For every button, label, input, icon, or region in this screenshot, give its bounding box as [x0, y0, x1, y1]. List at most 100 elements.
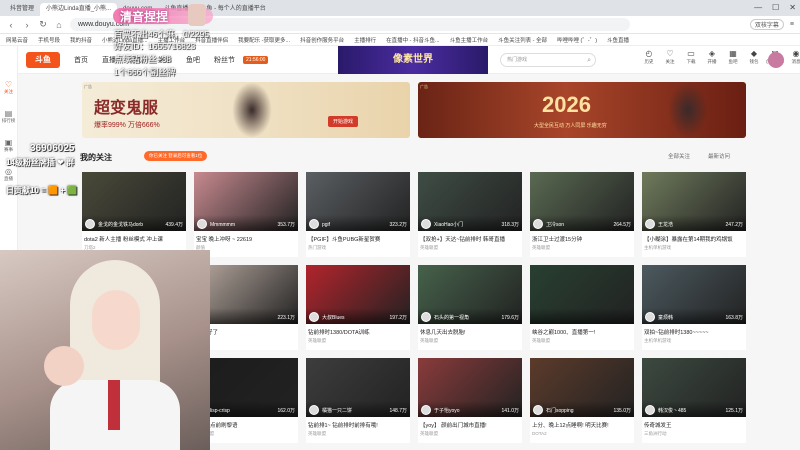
stream-card[interactable]: Mmmmmm 353.7万 宝宝 晚上冲呀 ~ 22619 颜值 [194, 172, 298, 257]
streamer-avatar[interactable] [85, 405, 95, 415]
stream-category[interactable]: 刀塔2 [82, 243, 186, 251]
stream-category[interactable]: 热门游戏 [82, 429, 186, 437]
stream-card[interactable] [82, 265, 186, 350]
streamer-avatar[interactable] [309, 312, 319, 322]
bookmark-item[interactable]: 在直播中 - 抖音斗鱼... [386, 36, 439, 44]
browser-tab[interactable]: douyu.com [117, 3, 158, 16]
maximize-button[interactable]: ☐ [772, 3, 779, 12]
stream-category[interactable]: 英雄联盟 [530, 336, 634, 344]
stream-title[interactable]: 浙江卫士过渡15分钟 [530, 231, 634, 243]
stream-title[interactable]: dota2 新人主播 粉丝模式 冲上课 [82, 231, 186, 243]
stream-thumbnail[interactable]: 石门sopping 135.0万 [530, 358, 634, 417]
stream-thumbnail[interactable]: 韩汉俊丶485 125.1万 [642, 358, 746, 417]
nav-item[interactable]: 直播 [102, 55, 116, 65]
search-input[interactable]: 热门游戏 ⌕ [500, 53, 596, 67]
nav-item[interactable]: 游戏 [130, 55, 144, 65]
streamer-avatar[interactable] [645, 219, 655, 229]
login-hint-badge[interactable]: 你已关注 登录后可查看1位 [144, 151, 208, 161]
stream-thumbnail[interactable]: 石头的第一视角 179.6万 [418, 265, 522, 324]
stream-category[interactable]: 颜值 [194, 336, 298, 344]
bookmark-item[interactable]: 我要配乐 -获取更多... [238, 36, 290, 44]
stream-title[interactable]: 双拍~钻前排时1380~~~~~ [642, 324, 746, 336]
stream-thumbnail[interactable]: XiaoHao小门 318.3万 [418, 172, 522, 231]
url-input[interactable]: www.douyu.com [70, 18, 630, 31]
caption-toggle-button[interactable]: 双核字幕 [749, 19, 784, 30]
bookmark-item[interactable]: 手机号段 [38, 36, 60, 44]
all-follow-dropdown[interactable]: 全部关注 [668, 152, 690, 160]
stream-category[interactable]: 英雄联盟 [194, 429, 298, 437]
header-button[interactable]: ▦ 鱼吧 [726, 49, 740, 65]
stream-title[interactable]: 峡谷之巅1000、直播第一! [530, 324, 634, 336]
browser-tab[interactable]: 斗鱼直播 [158, 3, 194, 16]
stream-thumbnail[interactable]: 大叔Blues 197.2万 [306, 265, 410, 324]
streamer-avatar[interactable] [85, 219, 95, 229]
stream-card[interactable]: 峡谷之巅1000、直播第一! 英雄联盟 [530, 265, 634, 350]
bookmark-item[interactable]: 斗鱼关注列表 - 全部 [498, 36, 547, 44]
stream-card[interactable]: pgif 323.2万 【PGIF】斗鱼PUBG新星贺赛 热门游戏 [306, 172, 410, 257]
bookmark-item[interactable]: 斗鱼直播 [607, 36, 629, 44]
stream-card[interactable]: 石门sopping 135.0万 上分、晚上12点睡啊! 明天比赛! DOTA2 [530, 358, 634, 443]
forward-icon[interactable]: › [22, 20, 32, 30]
bookmark-item[interactable]: 小熊边Linda直播... [102, 36, 148, 44]
header-banner[interactable]: 像素世界 [338, 46, 488, 74]
stream-category[interactable]: 三角洲行动 [642, 429, 746, 437]
stream-category[interactable] [82, 328, 186, 330]
stream-category[interactable]: 英雄联盟 [418, 243, 522, 251]
header-button[interactable]: ▭ 下载 [684, 49, 698, 65]
douyu-logo[interactable]: 斗鱼 [26, 51, 60, 68]
stream-thumbnail[interactable] [530, 265, 634, 324]
stream-title[interactable]: 感觉好了 [194, 324, 298, 336]
stream-thumbnail[interactable] [82, 265, 186, 324]
search-icon[interactable]: ⌕ [587, 55, 591, 67]
stream-category[interactable]: 主机单机游戏 [642, 336, 746, 344]
bookmark-item[interactable]: 主播排行 [354, 36, 376, 44]
streamer-avatar[interactable] [533, 405, 543, 415]
stream-category[interactable]: 颜值 [194, 243, 298, 251]
stream-card[interactable]: 橘猫一只二饼 148.7万 钻前排1~ 钻前排时前排有哦! 英雄联盟 [306, 358, 410, 443]
stream-title[interactable]: 【yoy】 颜前出门城市直播! [418, 417, 522, 429]
streamer-avatar[interactable] [533, 219, 543, 229]
sidebar-item-rank[interactable]: ▤ 排行榜 [2, 109, 16, 124]
stream-card[interactable]: 石头的第一视角 179.6万 休息几天出去脱胎! 英雄联盟 [418, 265, 522, 350]
stream-thumbnail[interactable]: Mmmmmm 353.7万 [194, 172, 298, 231]
header-button[interactable]: ♡ 关注 [663, 49, 677, 65]
streamer-avatar[interactable] [421, 312, 431, 322]
stream-title[interactable]: 休息几天出去脱胎! [418, 324, 522, 336]
streamer-avatar[interactable] [421, 405, 431, 415]
nav-item[interactable]: 粉丝节 [214, 55, 235, 65]
user-avatar[interactable] [768, 52, 784, 68]
stream-card[interactable]: lisp-crisp 162.0万 每天1点前刷黎语 英雄联盟 [194, 358, 298, 443]
header-button[interactable]: ◴ 历史 [642, 49, 656, 65]
streamer-avatar[interactable] [309, 405, 319, 415]
stream-card[interactable]: 223.1万 感觉好了 颜值 [194, 265, 298, 350]
stream-title[interactable]: 钻前排1~ 钻前排时前排有哦! [306, 417, 410, 429]
streamer-avatar[interactable] [645, 312, 655, 322]
stream-thumbnail[interactable]: 卫冷son 264.5万 [530, 172, 634, 231]
bookmark-item[interactable]: 抖音直播伴侣 [195, 36, 228, 44]
stream-card[interactable]: 卫冷son 264.5万 浙江卫士过渡15分钟 英雄联盟 [530, 172, 634, 257]
reload-icon[interactable]: ↻ [38, 19, 48, 30]
stream-category[interactable]: DOTA2 [530, 429, 634, 436]
stream-title[interactable]: 钻前排时1380/DOTA训练 [306, 324, 410, 336]
stream-thumbnail[interactable]: lisp-crisp 162.0万 [194, 358, 298, 417]
header-button[interactable]: ◆ 钱包 [747, 49, 761, 65]
stream-title[interactable]: 【小糊涂】暴露在第14期我的鸡锅饭 [642, 231, 746, 243]
stream-thumbnail[interactable]: pgif 323.2万 [306, 172, 410, 231]
stream-card[interactable]: 韩汉俊丶485 125.1万 传奇城发王 三角洲行动 [642, 358, 746, 443]
stream-category[interactable]: 英雄联盟 [306, 429, 410, 437]
stream-card[interactable]: 童烦韩 163.8万 双拍~钻前排时1380~~~~~ 主机单机游戏 [642, 265, 746, 350]
streamer-avatar[interactable] [309, 219, 319, 229]
recent-visit-dropdown[interactable]: 最新访问 [708, 152, 730, 160]
stream-title[interactable]: 宝宝 晚上冲呀 ~ 22619 [194, 231, 298, 243]
nav-item[interactable]: 鱼吧 [186, 55, 200, 65]
stream-title[interactable]: 每天1点前刷黎语 [194, 417, 298, 429]
stream-title[interactable]: 传奇城发王 [642, 417, 746, 429]
stream-category[interactable]: 主机单机游戏 [642, 243, 746, 251]
bookmark-item[interactable]: 网易云音 [6, 36, 28, 44]
stream-thumbnail[interactable]: 223.1万 [194, 265, 298, 324]
stream-title[interactable]: LisaQxQ来啦 [82, 417, 186, 429]
back-icon[interactable]: ‹ [6, 20, 16, 30]
stream-category[interactable]: 英雄联盟 [306, 336, 410, 344]
streamer-avatar[interactable] [645, 405, 655, 415]
header-button[interactable]: ◈ 开播 [705, 49, 719, 65]
